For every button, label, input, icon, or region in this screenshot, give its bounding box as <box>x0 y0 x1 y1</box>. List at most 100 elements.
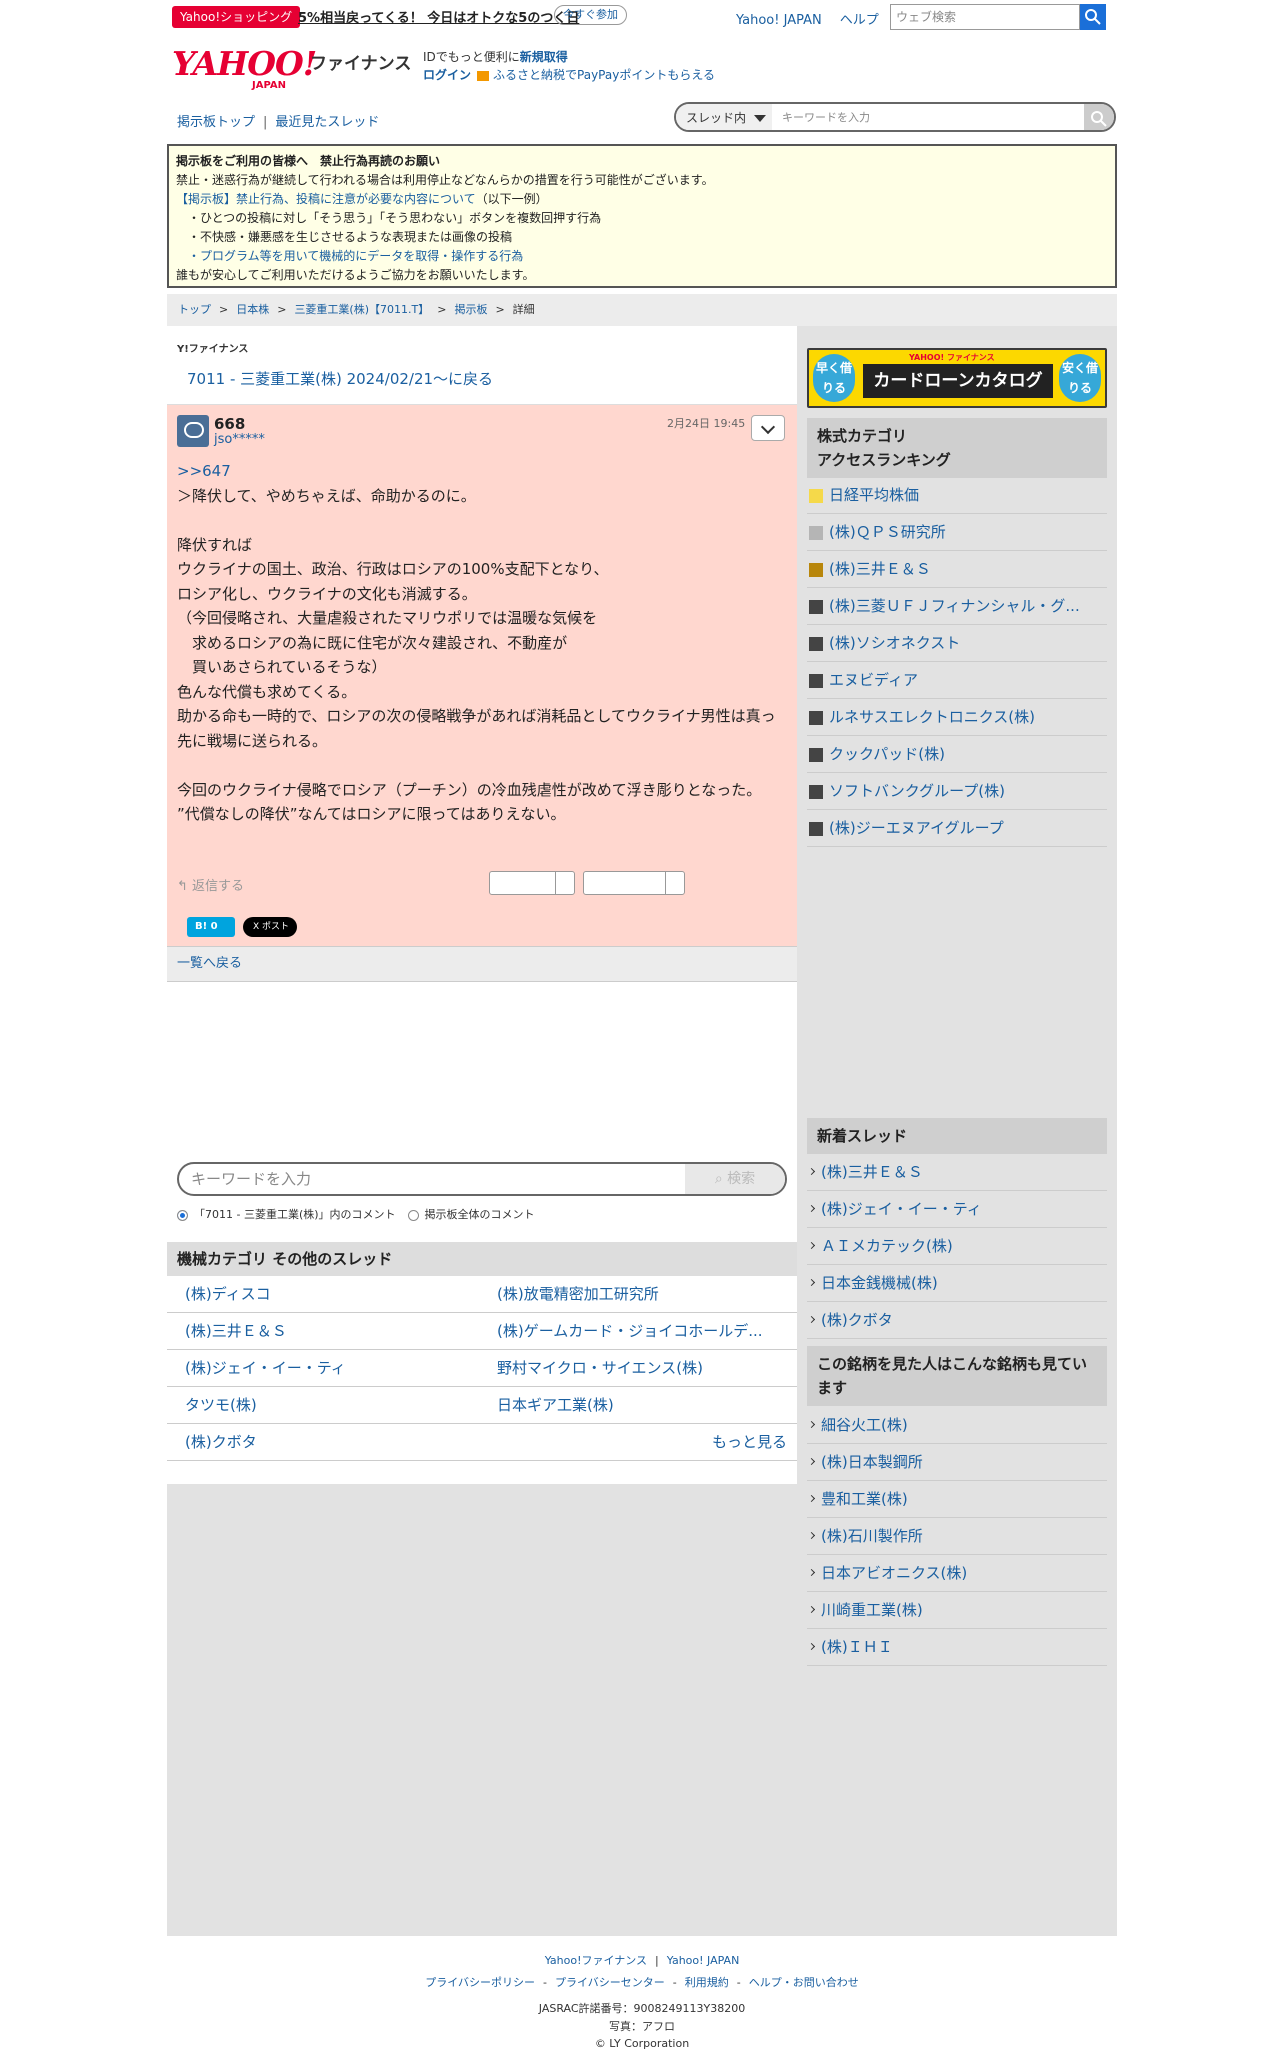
recent-threads-link[interactable]: 最近見たスレッド <box>275 115 379 130</box>
reply-ref-link[interactable]: >>647 <box>177 462 231 480</box>
board-top-link[interactable]: 掲示板トップ <box>177 115 255 130</box>
list-item[interactable]: 日本金銭機械(株) <box>807 1265 1107 1302</box>
finance-logo[interactable]: ファイナンス <box>310 49 411 74</box>
terms-link[interactable]: 利用規約 <box>685 1976 729 1989</box>
prohibited-acts-link[interactable]: 【掲示板】禁止行為、投稿に注意が必要な内容について <box>176 192 476 206</box>
shopping-badge[interactable]: Yahoo!ショッピング <box>172 6 301 28</box>
help-contact-link[interactable]: ヘルプ・お問い合わせ <box>749 1976 859 1989</box>
thread-link[interactable]: (株)ディスコ <box>185 1276 485 1312</box>
finance-mini-logo: Y!ファイナンス <box>177 344 249 355</box>
list-item[interactable]: (株)日本製鋼所 <box>807 1444 1107 1481</box>
more-threads-link[interactable]: もっと見る <box>712 1424 787 1460</box>
list-item[interactable]: (株)ジェイ・イー・ティ <box>807 1191 1107 1228</box>
list-item[interactable]: 豊和工業(株) <box>807 1481 1107 1518</box>
list-item[interactable]: (株)クボタ <box>807 1302 1107 1339</box>
web-search-input[interactable]: ウェブ検索 <box>890 4 1080 30</box>
ranking-item[interactable]: エヌビディア <box>807 662 1107 699</box>
web-search-button[interactable] <box>1080 4 1106 30</box>
breadcrumb-jp-stocks[interactable]: 日本株 <box>236 303 269 316</box>
breadcrumb-sep: > <box>437 303 447 316</box>
footer-yahoo-japan-link[interactable]: Yahoo! JAPAN <box>667 1954 740 1967</box>
thread-link[interactable]: (株)ジェイ・イー・ティ <box>185 1350 485 1386</box>
breadcrumb-board[interactable]: 掲示板 <box>454 303 487 316</box>
rank-marker-icon <box>809 674 823 688</box>
rank-marker-icon <box>809 600 823 614</box>
notice-link-row: 【掲示板】禁止行為、投稿に注意が必要な内容について（以下一例） <box>176 190 1108 209</box>
ranking-item-label: (株)ＱＰＳ研究所 <box>829 523 946 541</box>
privacy-center-link[interactable]: プライバシーセンター <box>555 1976 665 1989</box>
x-post-button[interactable]: X ポスト <box>243 917 297 937</box>
list-item[interactable]: ＡＩメカテック(株) <box>807 1228 1107 1265</box>
ranking-item-label: エヌビディア <box>829 671 918 689</box>
yahoo-logo[interactable]: YAHOO! <box>172 44 317 83</box>
yahoo-japan-link[interactable]: Yahoo! JAPAN <box>736 13 822 28</box>
copyright: © LY Corporation <box>594 2037 690 2050</box>
post-menu-button[interactable] <box>751 415 785 441</box>
help-link[interactable]: ヘルプ <box>840 13 879 28</box>
footer-row-1: Yahoo!ファイナンス | Yahoo! JAPAN <box>544 1954 740 1967</box>
thread-link[interactable]: (株)クボタ <box>185 1424 485 1460</box>
top-links: Yahoo! JAPAN ヘルプ <box>736 9 897 28</box>
comment-search-button[interactable]: ⌕ 検索 <box>685 1164 785 1194</box>
rank-marker-icon <box>809 785 823 799</box>
list-item[interactable]: (株)石川製作所 <box>807 1518 1107 1555</box>
radio-all-boards[interactable] <box>407 1209 419 1221</box>
notice-item-link[interactable]: ・プログラム等を用いて機械的にデータを取得・操作する行為 <box>176 247 1108 266</box>
list-item[interactable]: 細谷火工(株) <box>807 1407 1107 1444</box>
card-loan-ad-banner[interactable]: 早く借りる YAHOO! ファイナンス カードローンカタログ 安く借りる <box>807 348 1107 408</box>
ranking-item[interactable]: (株)三井Ｅ＆Ｓ <box>807 551 1107 588</box>
ranking-item[interactable]: ルネサスエレクトロニクス(株) <box>807 699 1107 736</box>
thread-search-input[interactable]: キーワードを入力 <box>782 104 870 130</box>
photo-credit: 写真：アフロ <box>609 2020 675 2033</box>
thread-link[interactable]: 日本ギア工業(株) <box>497 1387 787 1423</box>
list-item[interactable]: (株)三井Ｅ＆Ｓ <box>807 1154 1107 1191</box>
ranking-item[interactable]: (株)ソシオネクスト <box>807 625 1107 662</box>
thread-link[interactable]: (株)三井Ｅ＆Ｓ <box>185 1313 485 1349</box>
back-to-thread-link[interactable]: 7011 - 三菱重工業(株) 2024/02/21〜に戻る <box>187 368 493 389</box>
disagree-button[interactable] <box>583 871 685 895</box>
sidebar: 早く借りる YAHOO! ファイナンス カードローンカタログ 安く借りる 株式カ… <box>797 326 1117 1936</box>
ranking-item-label: (株)三井Ｅ＆Ｓ <box>829 560 931 578</box>
notice-closing: 誰もが安心してご利用いただけるようご協力をお願いいたします。 <box>176 268 535 282</box>
avatar <box>177 415 209 447</box>
rank-marker-icon <box>809 711 823 725</box>
promo-text[interactable]: 5%相当戻ってくる！ 今日はオトクな5のつく日 <box>298 7 579 26</box>
breadcrumb-company[interactable]: 三菱重工業(株)【7011.T】 <box>294 303 429 316</box>
comment-search-input[interactable]: キーワードを入力 <box>191 1164 311 1194</box>
register-link[interactable]: 新規取得 <box>520 50 568 64</box>
login-link[interactable]: ログイン <box>423 68 471 82</box>
breadcrumb-top[interactable]: トップ <box>178 303 211 316</box>
ranking-item[interactable]: 日経平均株価 <box>807 477 1107 514</box>
promo-join-button[interactable]: 今すぐ参加 <box>554 5 627 25</box>
reply-button[interactable]: ↰ 返信する <box>177 875 244 894</box>
thread-link[interactable]: (株)ゲームカード・ジョイコホールデ... <box>497 1313 787 1349</box>
privacy-policy-link[interactable]: プライバシーポリシー <box>425 1976 535 1989</box>
thread-link[interactable]: 野村マイクロ・サイエンス(株) <box>497 1350 787 1386</box>
rank-marker-icon <box>809 563 823 577</box>
ranking-item[interactable]: (株)三菱ＵＦＪフィナンシャル・グ... <box>807 588 1107 625</box>
agree-button[interactable] <box>489 871 575 895</box>
list-item[interactable]: 日本アビオニクス(株) <box>807 1555 1107 1592</box>
thread-link[interactable]: タツモ(株) <box>185 1387 485 1423</box>
ranking-item[interactable]: (株)ＱＰＳ研究所 <box>807 514 1107 551</box>
thread-link[interactable]: (株)放電精密加工研究所 <box>497 1276 787 1312</box>
rank-marker-icon <box>809 822 823 836</box>
back-to-list-link[interactable]: 一覧へ戻る <box>167 946 797 982</box>
ranking-item[interactable]: (株)ジーエヌアイグループ <box>807 810 1107 847</box>
rank-marker-icon <box>809 748 823 762</box>
radio-this-thread[interactable] <box>177 1209 188 1221</box>
ranking-item-label: 日経平均株価 <box>829 486 920 504</box>
notice-box: 掲示板をご利用の皆様へ 禁止行為再読のお願い 禁止・迷惑行為が継続して行われる場… <box>167 144 1117 288</box>
furusato-link[interactable]: ふるさと納税でPayPayポイントもらえる <box>493 68 715 82</box>
rank-marker-icon <box>809 637 823 651</box>
thread-search-button[interactable] <box>1084 104 1114 130</box>
list-item[interactable]: 川崎重工業(株) <box>807 1592 1107 1629</box>
ranking-item[interactable]: ソフトバンクグループ(株) <box>807 773 1107 810</box>
footer-finance-link[interactable]: Yahoo!ファイナンス <box>545 1954 647 1967</box>
list-item[interactable]: (株)ＩＨＩ <box>807 1629 1107 1666</box>
hatena-bookmark-button[interactable]: B! 0 <box>187 917 235 937</box>
ranking-item-label: ソフトバンクグループ(株) <box>829 782 1005 800</box>
post-user[interactable]: jso***** <box>214 432 265 447</box>
search-scope-select[interactable]: スレッド内 <box>676 104 772 130</box>
ranking-item[interactable]: クックパッド(株) <box>807 736 1107 773</box>
